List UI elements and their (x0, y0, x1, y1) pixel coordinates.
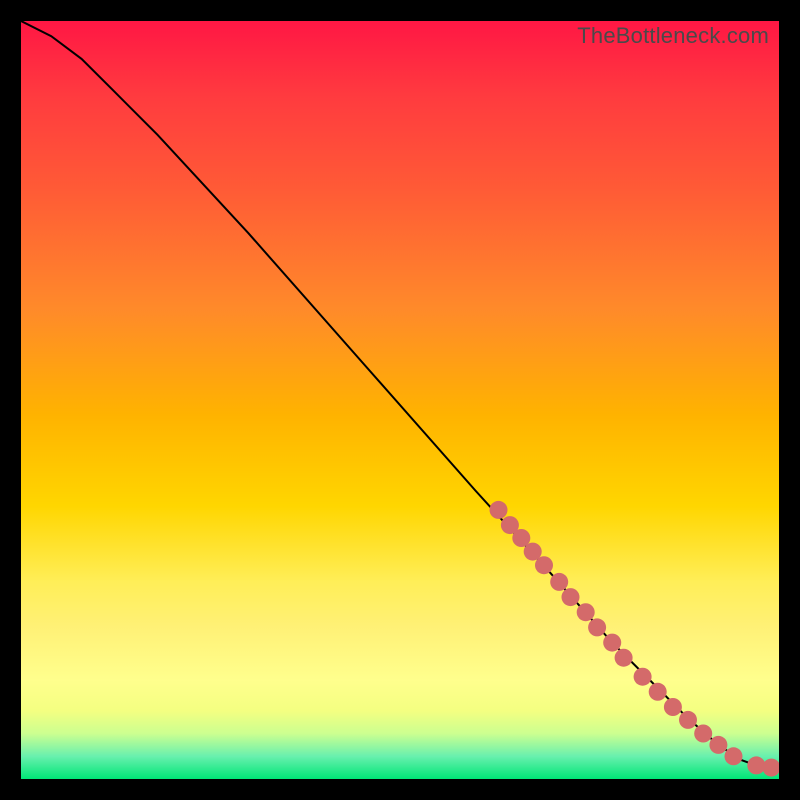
data-marker (490, 501, 508, 519)
watermark-text: TheBottleneck.com (577, 23, 769, 49)
data-marker (562, 588, 580, 606)
curve-line (21, 21, 779, 768)
data-marker (709, 736, 727, 754)
data-marker (762, 759, 779, 777)
data-marker (634, 668, 652, 686)
chart-svg (21, 21, 779, 779)
data-marker (550, 573, 568, 591)
chart-plot-area: TheBottleneck.com (21, 21, 779, 779)
scatter-markers (490, 501, 780, 777)
data-marker (664, 698, 682, 716)
data-marker (615, 649, 633, 667)
data-marker (535, 556, 553, 574)
data-marker (725, 747, 743, 765)
data-marker (694, 725, 712, 743)
data-marker (577, 603, 595, 621)
data-marker (588, 618, 606, 636)
data-marker (747, 756, 765, 774)
data-marker (603, 634, 621, 652)
data-marker (679, 711, 697, 729)
data-marker (649, 683, 667, 701)
